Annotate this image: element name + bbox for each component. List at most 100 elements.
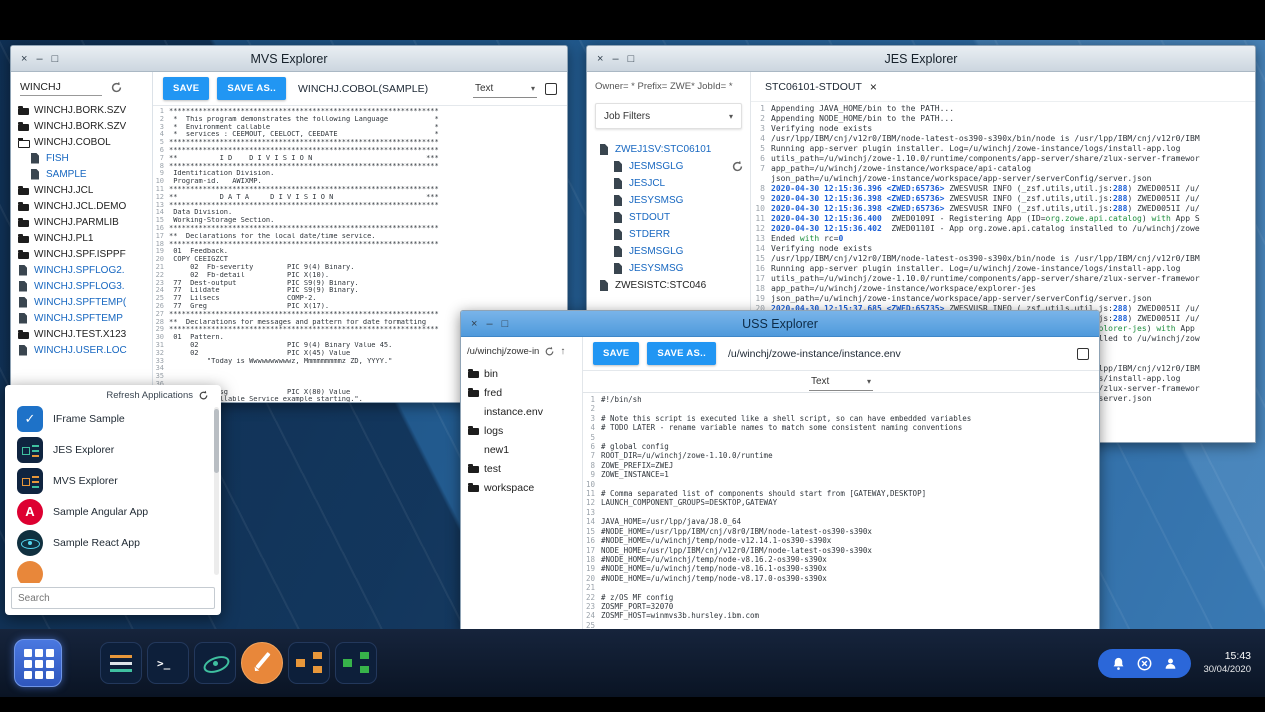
spool-tab[interactable]: STC06101-STDOUT ×: [765, 80, 877, 94]
uss-tree-item[interactable]: test: [461, 459, 582, 478]
launcher-scrollbar[interactable]: [214, 407, 219, 575]
job-tree-item[interactable]: JESMSGLG: [592, 158, 742, 175]
taskbar-app-icon[interactable]: [147, 642, 189, 684]
dataset-tree-item[interactable]: WINCHJ.COBOL: [11, 134, 152, 150]
launcher-app-item[interactable]: Sample React App: [5, 527, 221, 558]
dataset-tree-item[interactable]: WINCHJ.PL1: [11, 230, 152, 246]
uss-tree-label: bin: [484, 368, 498, 380]
launcher-app-item[interactable]: IFrame Sample: [5, 403, 221, 434]
dataset-tree-item[interactable]: WINCHJ.SPFLOG2.: [11, 262, 152, 278]
taskbar-app-icon[interactable]: [194, 642, 236, 684]
line-text: * Environment callable *: [169, 124, 439, 132]
close-tab-icon[interactable]: ×: [870, 80, 877, 94]
bell-icon[interactable]: [1111, 656, 1126, 671]
job-tree-item[interactable]: JESMSGLG: [592, 243, 742, 260]
code-line: 17 NODE_HOME=/usr/lpp/IBM/cnj/v12r0/IBM/…: [583, 546, 1099, 555]
job-tree-item[interactable]: JESJCL: [592, 175, 742, 192]
maximize-icon[interactable]: □: [628, 46, 635, 72]
refresh-applications-button[interactable]: Refresh Applications: [5, 385, 221, 403]
minimize-icon[interactable]: –: [36, 46, 42, 72]
job-tree-item[interactable]: JESYSMSG: [592, 260, 742, 277]
refresh-icon[interactable]: [544, 346, 555, 357]
code-line: 20 #NODE_HOME=/u/winchj/temp/node-v8.17.…: [583, 574, 1099, 583]
dataset-tree-item[interactable]: WINCHJ.SPFTEMP(: [11, 294, 152, 310]
line-text: ****************************************…: [169, 311, 439, 319]
expand-editor-icon[interactable]: [545, 83, 557, 95]
taskbar-app-icon[interactable]: [100, 642, 142, 684]
line-number: 10: [751, 204, 771, 214]
uss-tree-item[interactable]: workspace: [461, 478, 582, 497]
dataset-tree-item[interactable]: WINCHJ.USER.LOC: [11, 342, 152, 358]
job-tree-item[interactable]: JESYSMSG: [592, 192, 742, 209]
expand-editor-icon[interactable]: [1077, 348, 1089, 360]
dataset-tree-item[interactable]: WINCHJ.PARMLIB: [11, 214, 152, 230]
job-tree-label: JESYSMSG: [629, 263, 683, 274]
taskbar-app-icon[interactable]: [288, 642, 330, 684]
dataset-tree-item[interactable]: WINCHJ.JCL: [11, 182, 152, 198]
uss-tree-item[interactable]: bin: [461, 364, 582, 383]
taskbar-app-icon[interactable]: [241, 642, 283, 684]
job-tree-item[interactable]: STDOUT: [592, 209, 742, 226]
syntax-select[interactable]: Text ▾: [473, 80, 537, 98]
start-menu-button[interactable]: [14, 639, 62, 687]
dataset-tree-item[interactable]: WINCHJ.BORK.SZV: [11, 102, 152, 118]
launcher-app-item[interactable]: MVS Explorer: [5, 465, 221, 496]
uss-tree-item[interactable]: fred: [461, 383, 582, 402]
job-tree-item[interactable]: ZWESISTC:STC046: [592, 277, 742, 294]
dataset-icon: [18, 137, 29, 148]
refresh-icon[interactable]: [110, 81, 123, 94]
line-number: 1: [751, 104, 771, 114]
dataset-tree-item[interactable]: WINCHJ.SPFLOG3.: [11, 278, 152, 294]
up-directory-icon[interactable]: ↑: [560, 346, 565, 357]
uss-tree-item[interactable]: new1: [461, 440, 582, 459]
close-circle-icon[interactable]: [1137, 656, 1152, 671]
line-number: 21: [583, 583, 601, 592]
user-icon[interactable]: [1163, 656, 1178, 671]
job-tree-item[interactable]: STDERR: [592, 226, 742, 243]
close-icon[interactable]: ×: [471, 311, 477, 337]
dataset-tree-item[interactable]: WINCHJ.SPFTEMP: [11, 310, 152, 326]
maximize-icon[interactable]: □: [502, 311, 509, 337]
uss-titlebar[interactable]: × – □ USS Explorer: [461, 311, 1099, 337]
log-line: 7 app_path=/u/winchj/zowe-instance/works…: [751, 164, 1255, 174]
minimize-icon[interactable]: –: [612, 46, 618, 72]
job-tree-item[interactable]: ZWEJ1SV:STC06101: [592, 141, 742, 158]
dataset-tree-item[interactable]: WINCHJ.BORK.SZV: [11, 118, 152, 134]
dataset-tree-item[interactable]: WINCHJ.JCL.DEMO: [11, 198, 152, 214]
launcher-app-item[interactable]: JES Explorer: [5, 434, 221, 465]
job-filters-toggle[interactable]: Job Filters ▾: [595, 103, 742, 129]
minimize-icon[interactable]: –: [486, 311, 492, 337]
maximize-icon[interactable]: □: [52, 46, 59, 72]
shell-script-editor[interactable]: 1 #!/bin/sh 2 3 # Note this scrip: [583, 393, 1099, 631]
syntax-select[interactable]: Text ▾: [809, 373, 873, 391]
code-line: 17 ** Declarations for the local date/ti…: [153, 233, 567, 241]
save-as-button[interactable]: SAVE AS..: [217, 77, 286, 100]
dataset-tree-item[interactable]: FISH: [11, 150, 152, 166]
dataset-filter-input[interactable]: [20, 79, 102, 96]
save-button[interactable]: SAVE: [163, 77, 209, 100]
line-text: Running app-server plugin installer. Log…: [771, 264, 1180, 274]
uss-tree-item[interactable]: logs: [461, 421, 582, 440]
dataset-label: WINCHJ.BORK.SZV: [34, 121, 126, 132]
jes-titlebar[interactable]: × – □ JES Explorer: [587, 46, 1255, 72]
dataset-tree-item[interactable]: SAMPLE: [11, 166, 152, 182]
uss-tree-item[interactable]: instance.env: [461, 402, 582, 421]
app-list: IFrame Sample JES Explorer MVS Explorer: [5, 403, 221, 583]
dataset-icon: [18, 297, 29, 308]
dataset-tree-item[interactable]: WINCHJ.TEST.X123: [11, 326, 152, 342]
save-as-button[interactable]: SAVE AS..: [647, 342, 716, 365]
launcher-app-item[interactable]: Sample Angular App: [5, 496, 221, 527]
dataset-tree-item[interactable]: WINCHJ.SPF.ISPPF: [11, 246, 152, 262]
line-text: json_path=/u/winchj/zowe-instance/worksp…: [771, 174, 1152, 184]
taskbar-app-icon[interactable]: [335, 642, 377, 684]
close-icon[interactable]: ×: [21, 46, 27, 72]
line-number: 17: [751, 274, 771, 284]
uss-path[interactable]: /u/winchj/zowe-in: [467, 346, 539, 357]
save-button[interactable]: SAVE: [593, 342, 639, 365]
refresh-icon[interactable]: [731, 160, 744, 173]
launcher-app-item[interactable]: [5, 558, 221, 583]
close-icon[interactable]: ×: [597, 46, 603, 72]
mvs-titlebar[interactable]: × – □ MVS Explorer: [11, 46, 567, 72]
job-tree-label: ZWESISTC:STC046: [615, 280, 706, 291]
app-search-input[interactable]: [18, 593, 208, 604]
